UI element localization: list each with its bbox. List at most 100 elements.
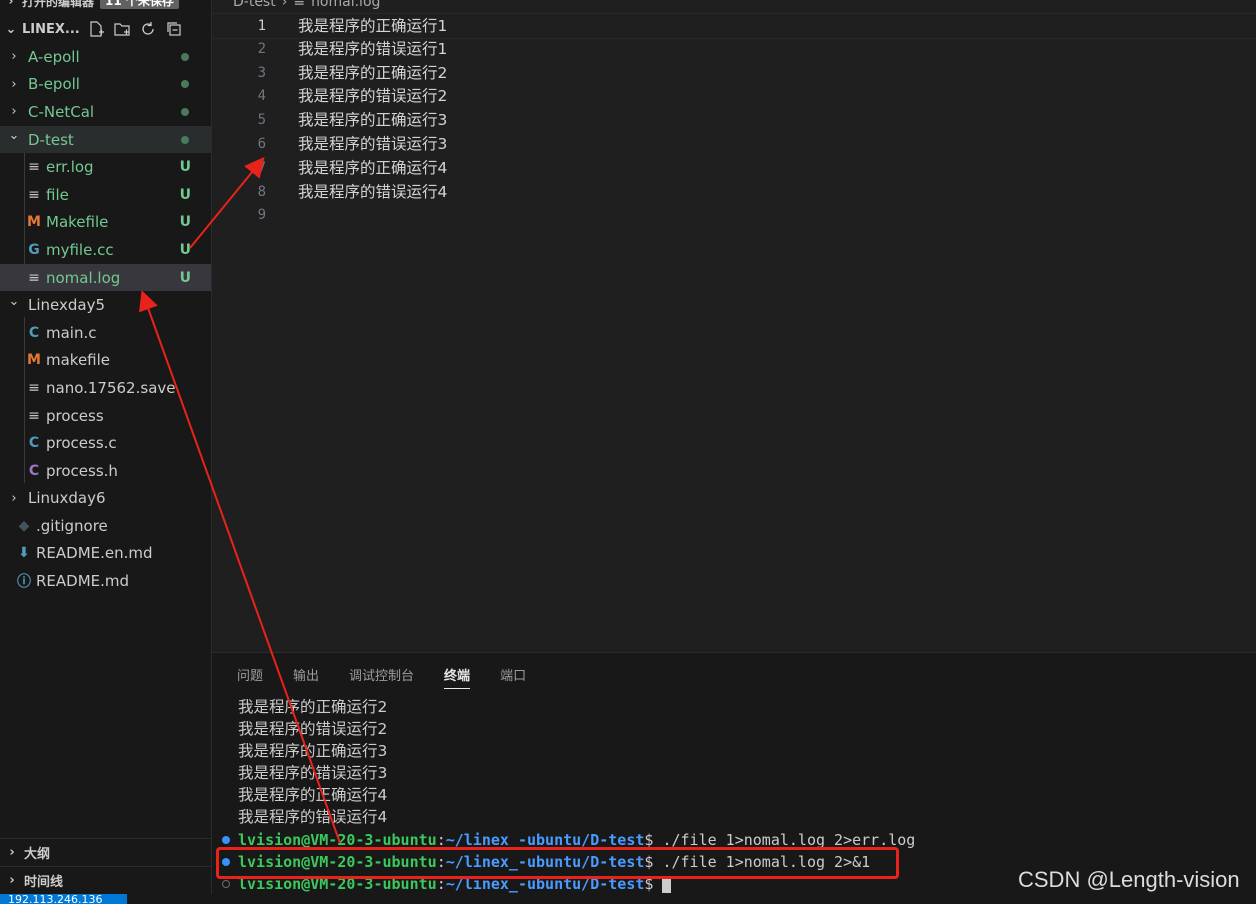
open-editors-label: 打开的编辑器 [22, 0, 95, 9]
panel-tab[interactable]: 终端 [444, 665, 471, 689]
code-line[interactable]: 2 我是程序的错误运行1 [212, 37, 1256, 61]
line-number: 9 [257, 207, 266, 224]
tree-item[interactable]: › A-epoll [0, 43, 211, 71]
tree-item[interactable]: ⌄ Linexday5 [0, 291, 211, 319]
text-file-icon: ≡ [28, 379, 40, 396]
tree-item-label: A-epoll [28, 47, 80, 66]
line-number: 7 [257, 159, 266, 176]
text-file-icon: ≡ [28, 407, 40, 424]
tree-item[interactable]: Gmyfile.cc U [0, 236, 211, 264]
tree-item[interactable]: › Linuxday6 [0, 485, 211, 513]
remote-indicator[interactable]: 192.113.246.136 [0, 894, 127, 904]
chevron-right-icon: › [8, 0, 14, 8]
remote-address: 192.113.246.136 [8, 894, 103, 904]
tree-item[interactable]: ⓘ README.md [0, 567, 211, 595]
git-status-badge: U [179, 214, 191, 231]
tree-item-label: makefile [46, 351, 111, 370]
tree-item[interactable]: ⬇ README.en.md [0, 540, 211, 568]
makefile-icon: M [27, 214, 41, 231]
tree-item-label: nano.17562.save [46, 378, 176, 397]
line-number: 3 [257, 64, 266, 81]
line-text: 我是程序的错误运行1 [298, 39, 448, 58]
panel-tab[interactable]: 问题 [237, 665, 263, 689]
tree-item[interactable]: ≡ err.log U [0, 153, 211, 181]
tree-item[interactable]: ≡ process [0, 402, 211, 430]
refresh-icon[interactable] [138, 19, 158, 39]
git-icon: ◆ [18, 517, 30, 534]
tree-item[interactable]: Cmain.c [0, 319, 211, 347]
chevron-right-icon: › [11, 104, 17, 120]
tree-item[interactable]: M Makefile U [0, 209, 211, 237]
tree-item[interactable]: ≡ nano.17562.save [0, 374, 211, 402]
new-file-icon[interactable] [86, 19, 106, 39]
timeline-section[interactable]: › 时间线 [0, 866, 211, 893]
tree-item[interactable]: › B-epoll [0, 71, 211, 99]
line-number: 4 [257, 88, 266, 105]
tree-item-label: D-test [28, 130, 74, 149]
tree-item[interactable]: ⌄ D-test [0, 125, 211, 154]
new-folder-icon[interactable] [112, 19, 132, 39]
tree-item-label: file [46, 185, 69, 204]
code-line[interactable]: 8 我是程序的错误运行4 [212, 180, 1256, 204]
code-line[interactable]: 7 我是程序的正确运行4 [212, 156, 1256, 180]
tree-item-label: process.c [46, 434, 117, 453]
code-line[interactable]: 3 我是程序的正确运行2 [212, 61, 1256, 85]
git-status-badge: U [179, 159, 191, 176]
tree-item[interactable]: ≡ nomal.log U [0, 263, 211, 292]
workspace-header[interactable]: ⌄ LINEX... [0, 16, 211, 42]
file-tree: › A-epoll › B-epoll › C-NetCal ⌄ D-test ≡ err.log… [0, 43, 211, 595]
breadcrumb-folder[interactable]: D-test [233, 0, 276, 10]
unsaved-badge: 11 个未保存 [100, 0, 179, 9]
line-text: 我是程序的正确运行3 [298, 111, 448, 130]
panel-tab[interactable]: 输出 [293, 665, 319, 689]
line-text: 我是程序的正确运行2 [298, 63, 448, 82]
tree-item[interactable]: › C-NetCal [0, 98, 211, 126]
collapse-all-icon[interactable] [164, 19, 184, 39]
line-number: 6 [257, 136, 266, 152]
chevron-right-icon: › [281, 0, 288, 10]
breadcrumb-file[interactable]: nomal.log [311, 0, 380, 10]
markdown-icon: ⬇ [18, 545, 30, 562]
code-line[interactable]: 4 我是程序的错误运行2 [212, 84, 1256, 108]
tree-item-label: err.log [46, 158, 94, 177]
tree-item-label: process [46, 406, 104, 425]
terminal-output-line: 我是程序的正确运行4 [238, 786, 388, 804]
git-modified-dot [181, 52, 189, 61]
tree-item[interactable]: ◆ .gitignore [0, 512, 211, 540]
text-file-icon: ≡ [28, 269, 40, 286]
code-line[interactable]: 1 我是程序的正确运行1 [212, 13, 1256, 39]
git-modified-dot [181, 80, 189, 89]
panel-tab[interactable]: 端口 [500, 665, 526, 689]
tree-item-label: Linexday5 [28, 296, 106, 315]
panel-tab[interactable]: 调试控制台 [349, 665, 414, 689]
tree-item-label: README.en.md [36, 544, 153, 563]
editor-area[interactable]: D-test › ≡ nomal.log 1 我是程序的正确运行1 2 我是程序的错误… [212, 0, 1256, 652]
line-number: 5 [257, 112, 266, 129]
line-number: 1 [257, 18, 266, 34]
workspace-label: LINEX... [22, 21, 80, 37]
git-modified-dot [181, 107, 189, 116]
code-line[interactable]: 6 我是程序的错误运行3 [212, 132, 1256, 156]
tree-item[interactable]: ≡ file U [0, 181, 211, 209]
git-status-badge: U [179, 186, 191, 203]
explorer-sidebar: › 打开的编辑器 11 个未保存 ⌄ LINEX... › A-epoll › … [0, 0, 212, 894]
git-status-badge: U [179, 269, 191, 286]
tree-item-label: .gitignore [36, 516, 108, 535]
line-text: 我是程序的错误运行2 [298, 87, 448, 106]
timeline-label: 时间线 [24, 874, 64, 890]
open-editors-header[interactable]: › 打开的编辑器 11 个未保存 [0, 0, 211, 10]
git-status-badge: U [179, 241, 191, 258]
watermark: CSDN @Length-vision [1018, 867, 1240, 892]
tree-item[interactable]: Cprocess.c [0, 429, 211, 457]
outline-section[interactable]: › 大纲 [0, 838, 211, 865]
code-line[interactable]: 9 [212, 203, 1256, 227]
tree-item[interactable]: Mmakefile [0, 347, 211, 375]
terminal-output-line: 我是程序的错误运行4 [238, 808, 388, 826]
info-icon: ⓘ [17, 574, 31, 591]
tree-item[interactable]: Cprocess.h [0, 457, 211, 485]
code-line[interactable]: 5 我是程序的正确运行3 [212, 108, 1256, 132]
text-file-icon: ≡ [28, 159, 40, 176]
chevron-right-icon: › [9, 844, 15, 860]
chevron-down-icon: ⌄ [8, 128, 20, 144]
chevron-right-icon: › [11, 49, 17, 65]
